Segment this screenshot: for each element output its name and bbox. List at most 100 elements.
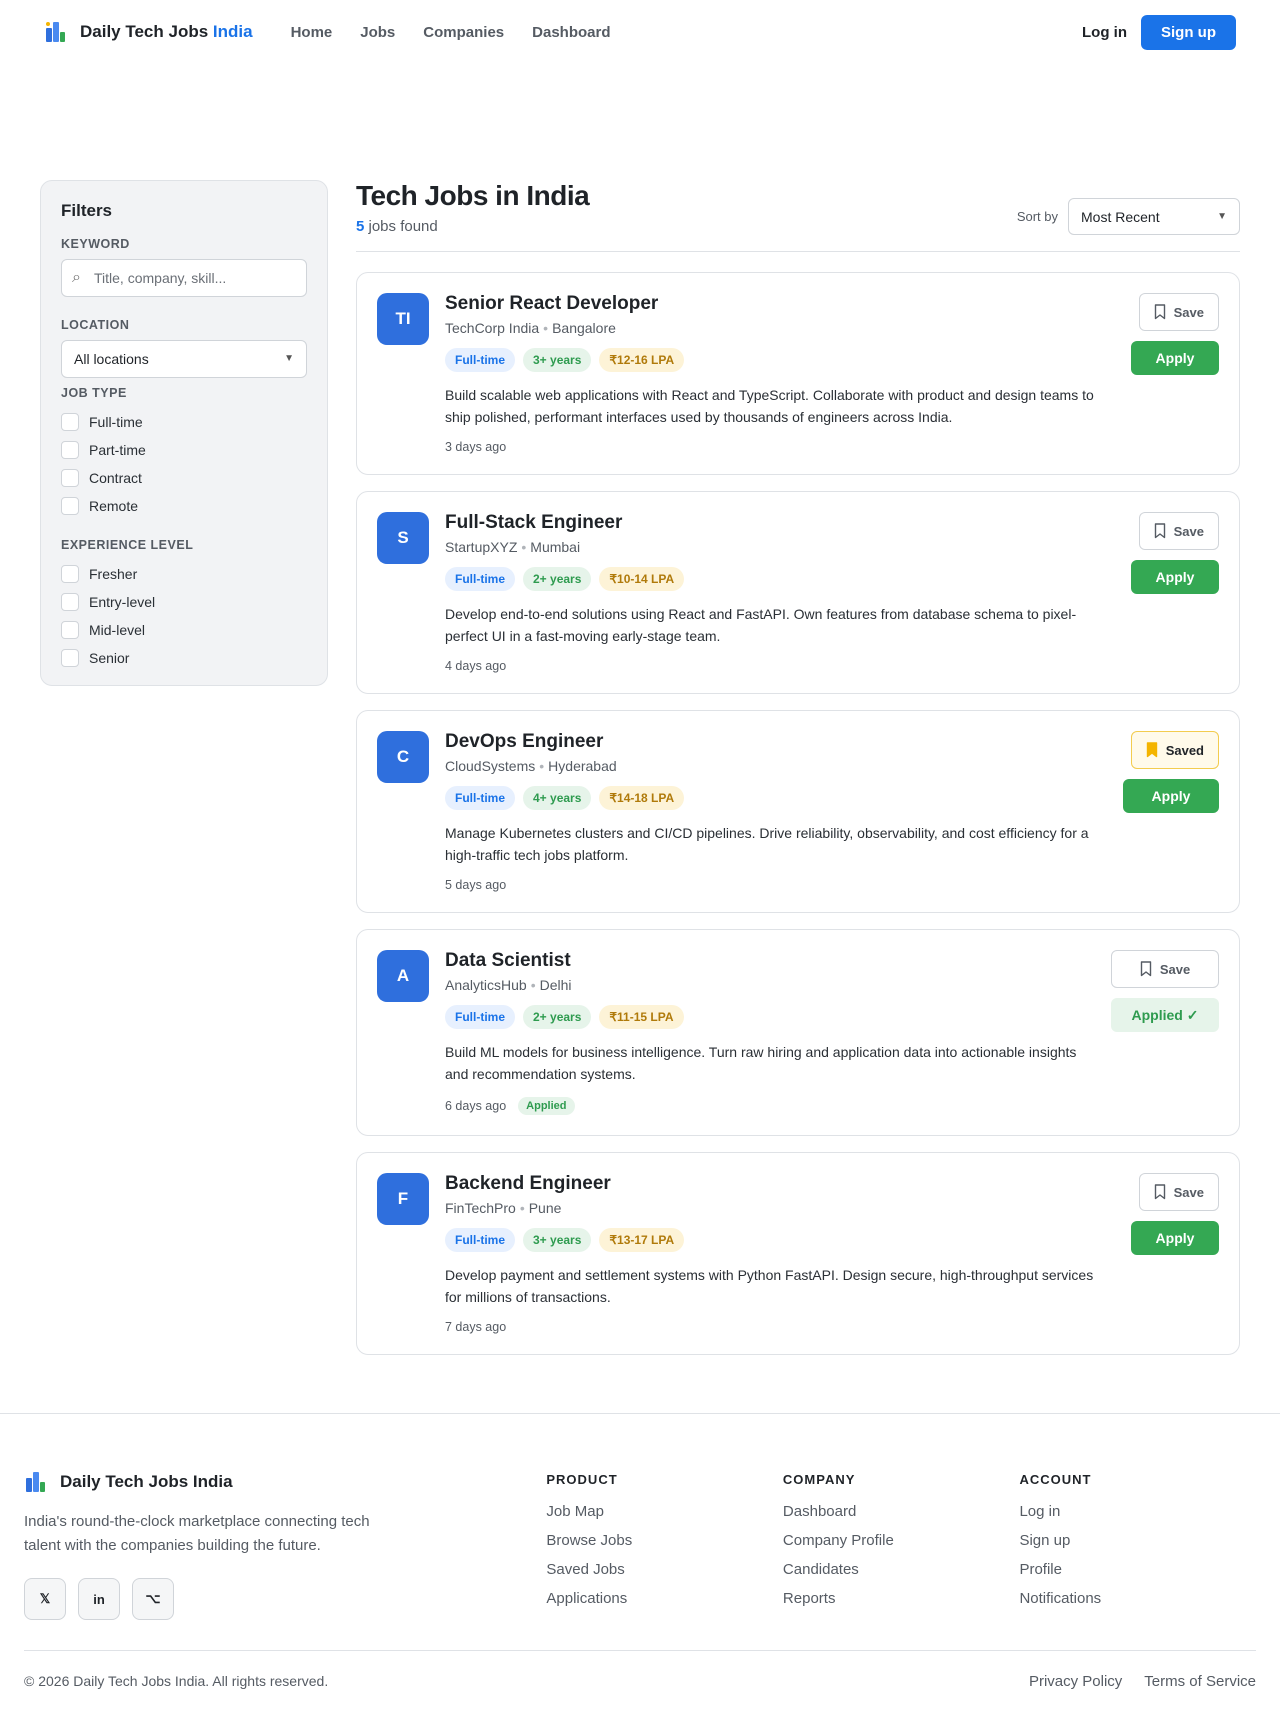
terms-link[interactable]: Terms of Service bbox=[1144, 1673, 1256, 1690]
bookmark-icon bbox=[1154, 523, 1165, 539]
salary-tag: ₹11-15 LPA bbox=[599, 1005, 684, 1029]
job-location: Hyderabad bbox=[548, 758, 617, 774]
company-avatar: TI bbox=[377, 293, 429, 345]
sort-value: Most Recent bbox=[1081, 208, 1160, 225]
bar-chart-logo-icon bbox=[44, 20, 68, 44]
job-card[interactable]: A Data Scientist AnalyticsHub • Delhi Full… bbox=[356, 929, 1240, 1136]
posted-time: 3 days ago bbox=[445, 440, 507, 454]
checkbox[interactable] bbox=[61, 413, 79, 431]
job-card[interactable]: TI Senior React Developer TechCorp India… bbox=[356, 272, 1240, 475]
experience-tag: 2+ years bbox=[523, 1005, 592, 1029]
job-title[interactable]: DevOps Engineer bbox=[445, 731, 1107, 753]
save-button[interactable]: Save bbox=[1111, 950, 1219, 988]
job-type-tag: Full-time bbox=[445, 348, 515, 372]
company-avatar: C bbox=[377, 731, 429, 783]
apply-button[interactable]: Apply bbox=[1123, 779, 1219, 813]
apply-button[interactable]: Apply bbox=[1131, 341, 1219, 375]
job-card[interactable]: C DevOps Engineer CloudSystems • Hyderabad… bbox=[356, 710, 1240, 913]
keyword-search: ⌕ bbox=[61, 259, 307, 297]
job-type-fulltime[interactable]: Full-time bbox=[61, 408, 307, 436]
checkbox[interactable] bbox=[61, 441, 79, 459]
footer-link-candidates[interactable]: Candidates bbox=[783, 1561, 1020, 1578]
footer-link-applications[interactable]: Applications bbox=[546, 1590, 783, 1607]
x-twitter-icon[interactable]: 𝕏 bbox=[24, 1578, 66, 1620]
results-header: Tech Jobs in India 5 jobs found Sort by … bbox=[356, 180, 1240, 252]
sort-select[interactable]: Most Recent ▼ bbox=[1068, 198, 1240, 235]
experience-tag: 3+ years bbox=[523, 348, 592, 372]
brand-logo[interactable]: Daily Tech Jobs India bbox=[44, 20, 253, 44]
footer-company: COMPANY Dashboard Company Profile Candid… bbox=[783, 1470, 1020, 1620]
results-count: 5 jobs found bbox=[356, 218, 438, 235]
location-label: LOCATION bbox=[61, 318, 130, 332]
job-title[interactable]: Full-Stack Engineer bbox=[445, 512, 1115, 534]
job-title[interactable]: Senior React Developer bbox=[445, 293, 1115, 315]
posted-time: 7 days ago bbox=[445, 1320, 507, 1334]
job-card[interactable]: F Backend Engineer FinTechPro • Pune Full-… bbox=[356, 1152, 1240, 1355]
footer-link-login[interactable]: Log in bbox=[1019, 1503, 1256, 1520]
experience-tag: 4+ years bbox=[523, 786, 592, 810]
checkbox[interactable] bbox=[61, 621, 79, 639]
checkbox[interactable] bbox=[61, 593, 79, 611]
checkbox[interactable] bbox=[61, 649, 79, 667]
checkbox[interactable] bbox=[61, 469, 79, 487]
job-type-tag: Full-time bbox=[445, 1228, 515, 1252]
footer-link-dashboard[interactable]: Dashboard bbox=[783, 1503, 1020, 1520]
exp-fresher[interactable]: Fresher bbox=[61, 560, 307, 588]
footer-link-browse-jobs[interactable]: Browse Jobs bbox=[546, 1532, 783, 1549]
checkbox[interactable] bbox=[61, 497, 79, 515]
footer-link-saved-jobs[interactable]: Saved Jobs bbox=[546, 1561, 783, 1578]
job-location: Delhi bbox=[539, 977, 572, 993]
job-description: Develop end-to-end solutions using React… bbox=[445, 606, 1077, 644]
job-tags: Full-time 3+ years ₹13-17 LPA bbox=[445, 1228, 1115, 1252]
save-button[interactable]: Save bbox=[1138, 293, 1219, 331]
save-button[interactable]: Save bbox=[1138, 1173, 1219, 1211]
bookmark-filled-icon bbox=[1146, 742, 1157, 758]
job-type-parttime[interactable]: Part-time bbox=[61, 436, 307, 464]
keyword-input[interactable] bbox=[62, 260, 306, 296]
nav-home[interactable]: Home bbox=[291, 24, 333, 41]
job-title[interactable]: Data Scientist bbox=[445, 950, 1095, 972]
job-type-label: JOB TYPE bbox=[61, 386, 127, 400]
footer-link-notifications[interactable]: Notifications bbox=[1019, 1590, 1256, 1607]
checkbox[interactable] bbox=[61, 565, 79, 583]
location-select[interactable]: All locations ▼ bbox=[61, 340, 307, 378]
job-type-remote[interactable]: Remote bbox=[61, 492, 307, 520]
job-title[interactable]: Backend Engineer bbox=[445, 1173, 1115, 1195]
footer-link-profile[interactable]: Profile bbox=[1019, 1561, 1256, 1578]
exp-mid[interactable]: Mid-level bbox=[61, 616, 307, 644]
nav-companies[interactable]: Companies bbox=[423, 24, 504, 41]
linkedin-icon[interactable]: in bbox=[78, 1578, 120, 1620]
signup-button[interactable]: Sign up bbox=[1141, 14, 1236, 50]
bookmark-icon bbox=[1154, 304, 1165, 320]
job-tags: Full-time 3+ years ₹12-16 LPA bbox=[445, 348, 1115, 372]
footer-logo[interactable]: Daily Tech Jobs India bbox=[24, 1470, 546, 1494]
saved-button[interactable]: Saved bbox=[1130, 731, 1219, 769]
job-description: Develop payment and settlement systems w… bbox=[445, 1267, 1094, 1305]
brand-name: Daily Tech Jobs bbox=[80, 22, 213, 41]
bookmark-icon bbox=[1140, 961, 1152, 977]
applied-button[interactable]: Applied ✓ bbox=[1111, 998, 1219, 1032]
footer-link-signup[interactable]: Sign up bbox=[1019, 1532, 1256, 1549]
login-link[interactable]: Log in bbox=[1082, 24, 1127, 41]
chevron-down-icon: ▼ bbox=[284, 353, 294, 364]
nav-dashboard[interactable]: Dashboard bbox=[532, 24, 610, 41]
brand-accent: India bbox=[212, 22, 253, 41]
job-card[interactable]: S Full-Stack Engineer StartupXYZ • Mumbai … bbox=[356, 491, 1240, 694]
github-icon[interactable]: ⌥ bbox=[132, 1578, 174, 1620]
job-location: Bangalore bbox=[552, 320, 616, 336]
apply-button[interactable]: Apply bbox=[1131, 560, 1219, 594]
apply-button[interactable]: Apply bbox=[1131, 1221, 1219, 1255]
filters-title: Filters bbox=[61, 201, 113, 220]
posted-time: 6 days ago bbox=[445, 1099, 507, 1113]
footer-link-company-profile[interactable]: Company Profile bbox=[783, 1532, 1020, 1549]
job-type-contract[interactable]: Contract bbox=[61, 464, 307, 492]
footer-link-job-map[interactable]: Job Map bbox=[546, 1503, 783, 1520]
footer-account: ACCOUNT Log in Sign up Profile Notificat… bbox=[1019, 1470, 1256, 1620]
exp-senior[interactable]: Senior bbox=[61, 644, 307, 672]
exp-entry[interactable]: Entry-level bbox=[61, 588, 307, 616]
save-button[interactable]: Save bbox=[1138, 512, 1219, 550]
nav-jobs[interactable]: Jobs bbox=[360, 24, 395, 41]
privacy-link[interactable]: Privacy Policy bbox=[1029, 1673, 1122, 1690]
applied-badge: Applied bbox=[518, 1097, 575, 1115]
footer-link-reports[interactable]: Reports bbox=[783, 1590, 1020, 1607]
